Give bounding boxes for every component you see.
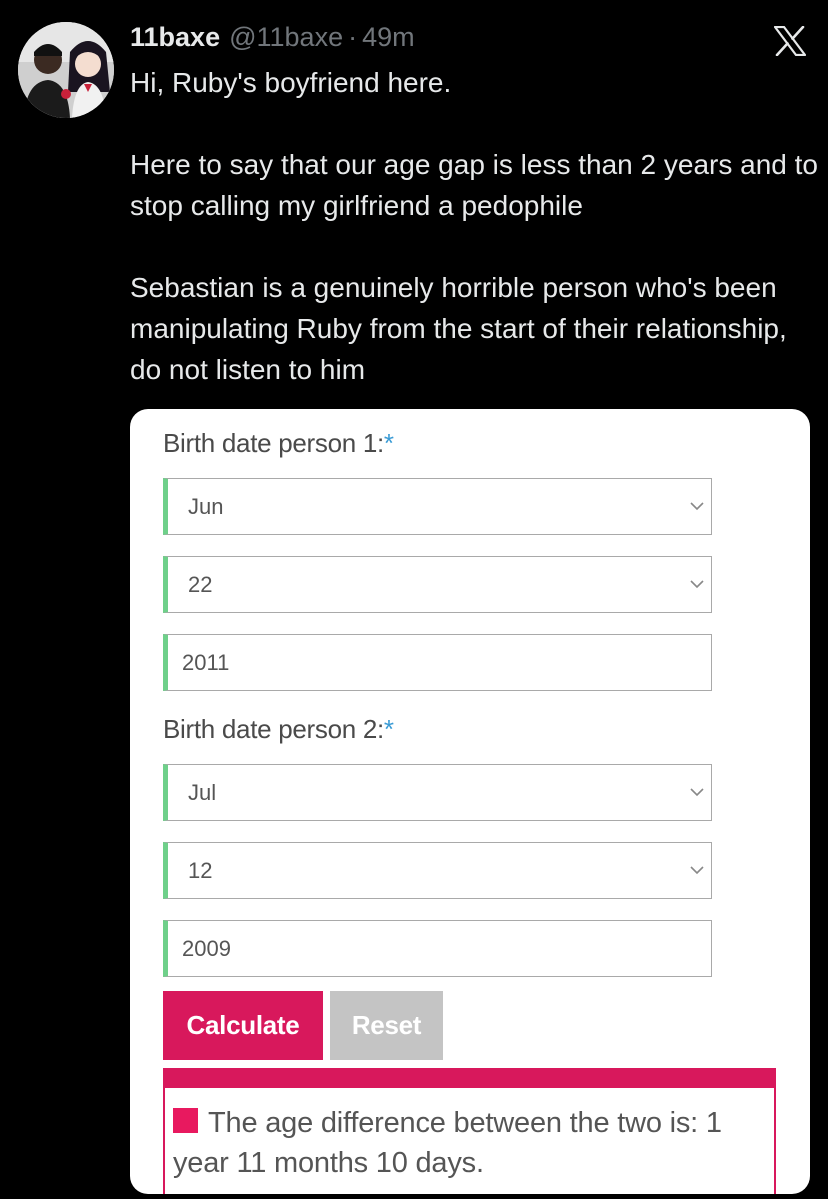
person2-month-select[interactable]: Jul [163, 764, 712, 821]
attached-image[interactable]: Birth date person 1:* Jun 22 2011 Birth … [130, 409, 810, 1194]
chevron-down-icon [690, 866, 704, 875]
header-separator: · [348, 22, 358, 52]
person1-year-value: 2011 [182, 649, 230, 675]
chevron-down-icon [690, 580, 704, 589]
tweet-text: Hi, Ruby's boyfriend here. Here to say t… [130, 62, 820, 390]
tweet-timestamp[interactable]: 49m [362, 22, 415, 53]
reset-button[interactable]: Reset [330, 991, 443, 1060]
person1-label: Birth date person 1:* [163, 428, 394, 459]
person1-label-text: Birth date person 1: [163, 428, 384, 458]
tweet-paragraph: Sebastian is a genuinely horrible person… [130, 272, 787, 385]
result-panel: The age difference between the two is: 1… [163, 1068, 776, 1194]
tweet-paragraph: Hi, Ruby's boyfriend here. [130, 67, 452, 98]
person1-month-value: Jun [188, 493, 224, 519]
chevron-down-icon [690, 502, 704, 511]
person2-label-text: Birth date person 2: [163, 714, 384, 744]
calculate-button[interactable]: Calculate [163, 991, 323, 1060]
display-name[interactable]: 11baxe [130, 22, 220, 53]
avatar-photo-icon: .0! [18, 22, 114, 118]
person2-label: Birth date person 2:* [163, 714, 394, 745]
person2-day-value: 12 [188, 857, 213, 883]
square-bullet-icon [173, 1108, 198, 1133]
result-message: The age difference between the two is: 1… [173, 1103, 763, 1183]
person1-day-select[interactable]: 22 [163, 556, 712, 613]
user-handle[interactable]: @11baxe [229, 22, 343, 53]
person2-year-value: 2009 [182, 935, 231, 961]
avatar[interactable]: .0! [18, 22, 114, 118]
person1-month-select[interactable]: Jun [163, 478, 712, 535]
x-logo-icon [774, 26, 806, 56]
tweet-header: 11baxe @11baxe · 49m [130, 22, 415, 58]
person2-year-input[interactable]: 2009 [163, 920, 712, 977]
required-mark: * [383, 428, 394, 458]
result-header-bar [165, 1068, 774, 1088]
svg-text:.0!: .0! [22, 106, 36, 117]
tweet-paragraph: Here to say that our age gap is less tha… [130, 149, 818, 221]
result-text: The age difference between the two is: 1… [173, 1107, 722, 1179]
chevron-down-icon [690, 788, 704, 797]
required-mark: * [383, 714, 394, 744]
tweet-screenshot: .0! 11baxe @11baxe · 49m Hi, Ruby's boyf… [0, 0, 828, 1199]
person1-year-input[interactable]: 2011 [163, 634, 712, 691]
person1-day-value: 22 [188, 571, 213, 597]
person2-day-select[interactable]: 12 [163, 842, 712, 899]
person2-month-value: Jul [188, 779, 217, 805]
